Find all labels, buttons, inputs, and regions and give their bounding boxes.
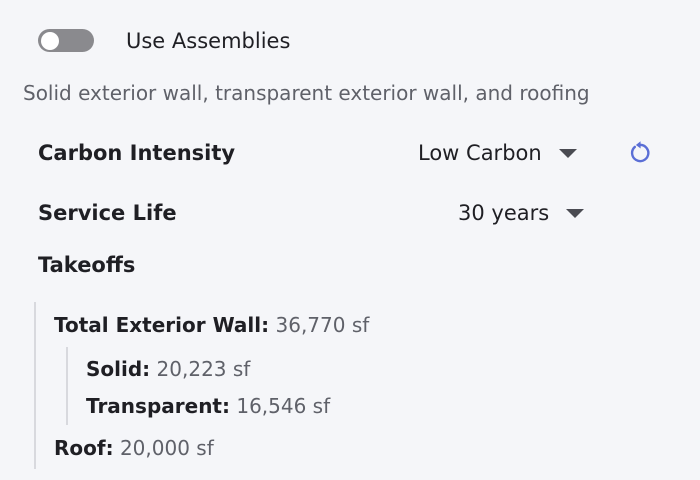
total-exterior-wall-row: Total Exterior Wall: 36,770 sf	[54, 313, 369, 337]
chevron-down-icon	[566, 208, 585, 218]
solid-wall-row: Solid: 20,223 sf	[86, 357, 250, 381]
toggle-knob	[41, 31, 59, 50]
transparent-wall-value: 16,546 sf	[236, 394, 331, 418]
transparent-wall-row: Transparent: 16,546 sf	[86, 394, 330, 418]
service-life-label: Service Life	[38, 201, 177, 225]
transparent-wall-label: Transparent:	[86, 394, 230, 418]
tree-divider	[34, 302, 36, 469]
solid-wall-value: 20,223 sf	[156, 357, 251, 381]
tree-divider	[66, 347, 68, 425]
service-life-select[interactable]: 30 years	[458, 201, 585, 225]
scope-description: Solid exterior wall, transparent exterio…	[23, 81, 590, 105]
carbon-intensity-label: Carbon Intensity	[38, 141, 236, 165]
service-life-value: 30 years	[458, 201, 550, 225]
solid-wall-label: Solid:	[86, 357, 151, 381]
reset-icon[interactable]	[627, 140, 653, 166]
use-assemblies-label: Use Assemblies	[126, 29, 291, 53]
use-assemblies-toggle[interactable]	[38, 29, 94, 52]
roof-row: Roof: 20,000 sf	[54, 436, 214, 460]
roof-label: Roof:	[54, 436, 114, 460]
takeoffs-title: Takeoffs	[38, 253, 136, 277]
total-exterior-wall-label: Total Exterior Wall:	[54, 313, 270, 337]
carbon-intensity-select[interactable]: Low Carbon	[418, 141, 577, 165]
total-exterior-wall-value: 36,770 sf	[275, 313, 370, 337]
roof-value: 20,000 sf	[119, 436, 214, 460]
carbon-intensity-value: Low Carbon	[418, 141, 542, 165]
chevron-down-icon	[558, 148, 577, 158]
